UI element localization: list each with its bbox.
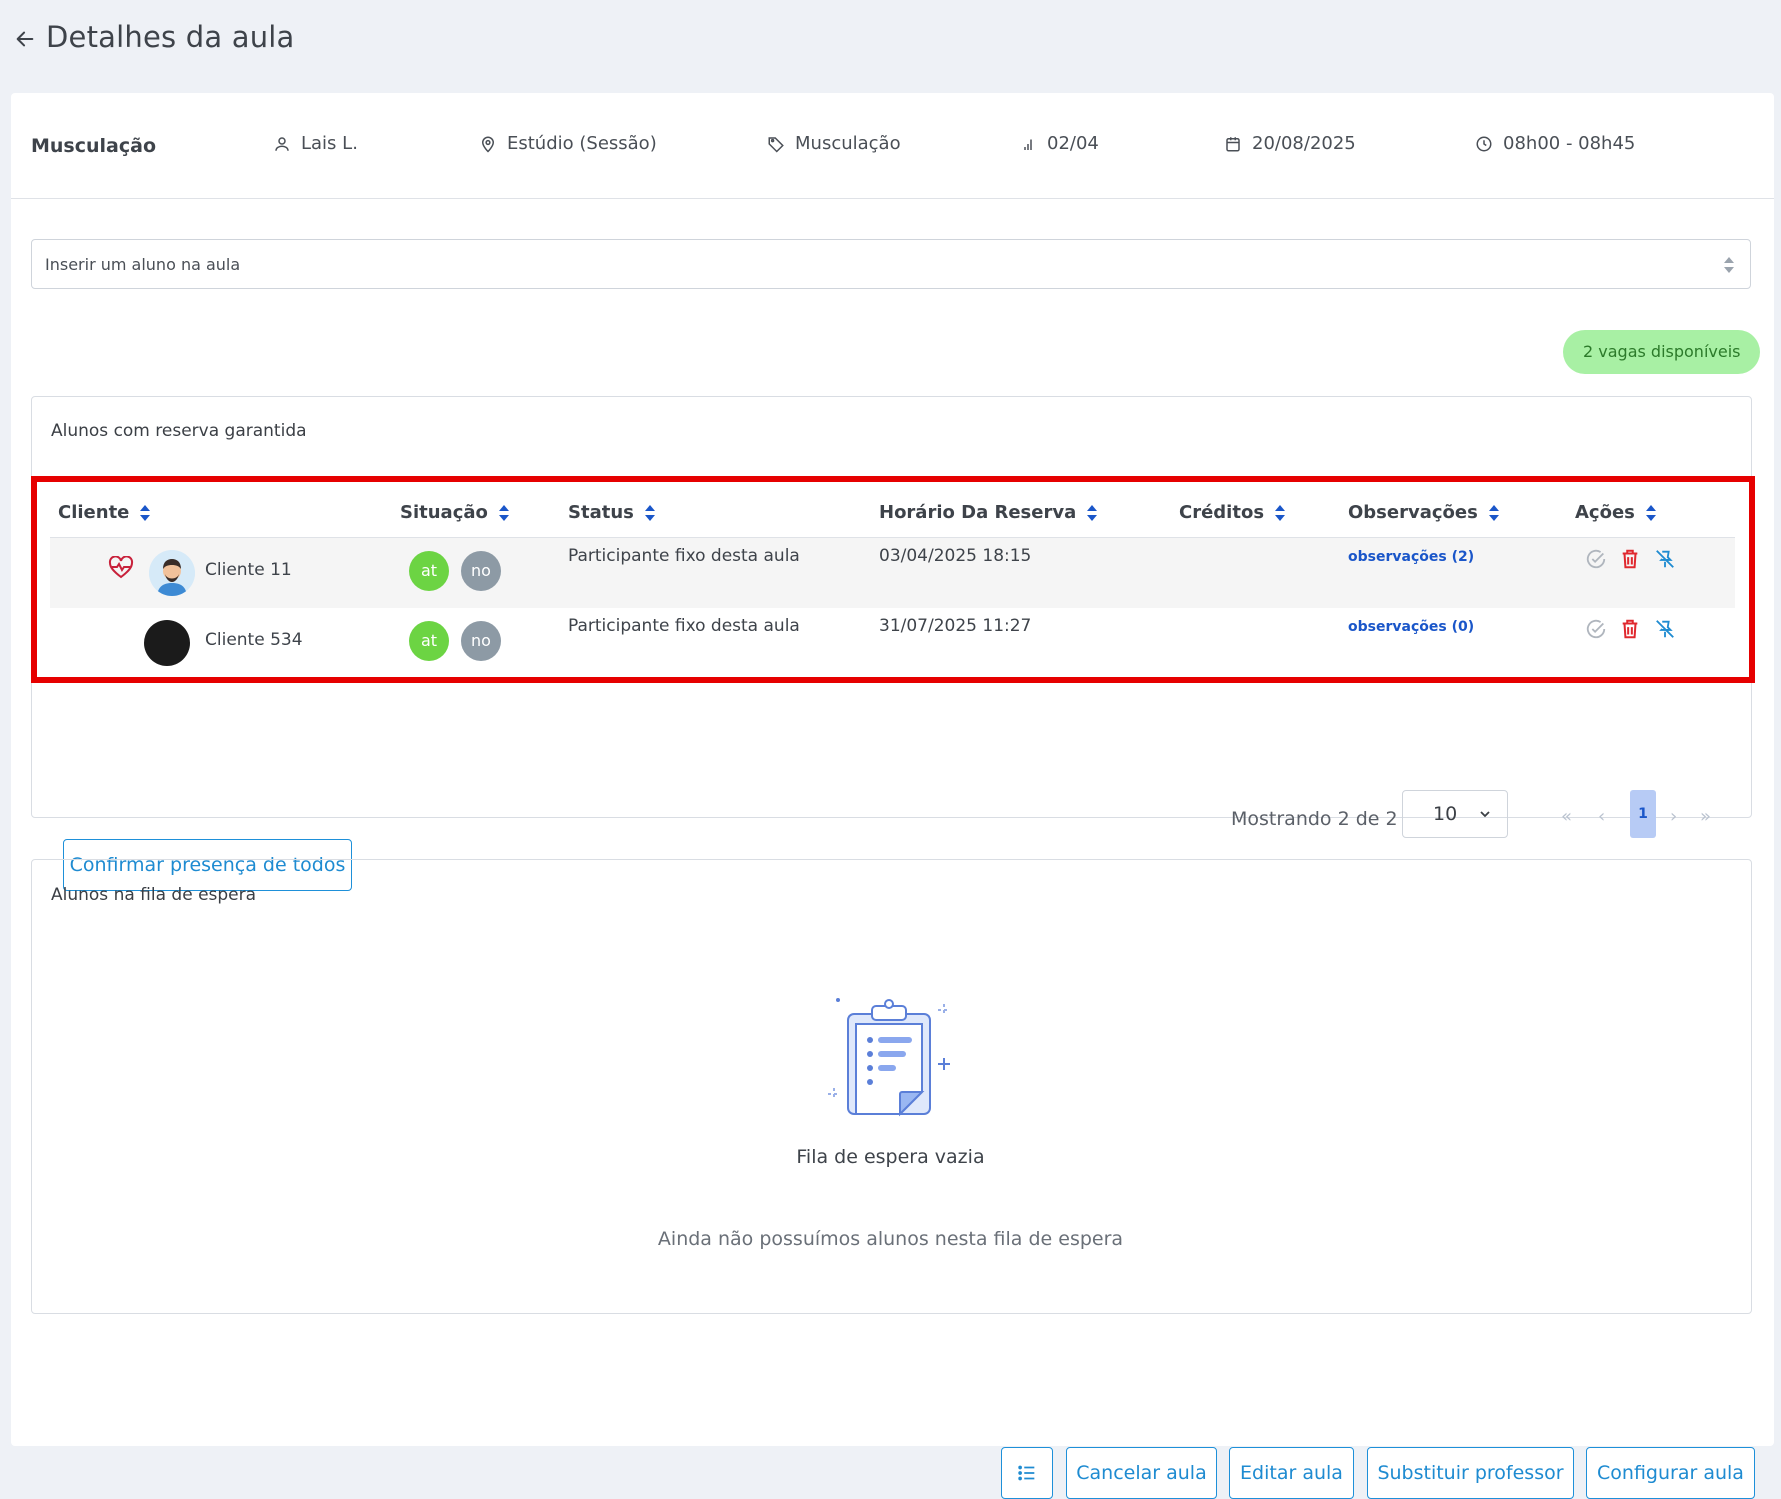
situation-no-pill[interactable]: no [461,621,501,661]
location-name: Estúdio (Sessão) [507,133,657,154]
next-page-button[interactable]: › [1670,806,1677,827]
edit-class-button[interactable]: Editar aula [1229,1447,1354,1499]
situation-no-pill[interactable]: no [461,551,501,591]
col-header-cliente[interactable]: Cliente [58,502,151,523]
client-name[interactable]: Cliente 534 [205,630,303,650]
location-info: Estúdio (Sessão) [479,133,657,154]
bar-chart-icon [1024,139,1032,150]
map-pin-icon [481,136,495,153]
trash-icon[interactable] [1619,618,1641,640]
col-header-creditos[interactable]: Créditos [1179,502,1286,523]
tag-icon [768,136,784,153]
replace-teacher-button[interactable]: Substituir professor [1367,1447,1574,1499]
col-header-situacao[interactable]: Situação [400,502,510,523]
observations-link[interactable]: observações (2) [1348,549,1474,565]
reservation-time: 31/07/2025 11:27 [879,616,1032,636]
avatar [144,620,190,666]
waitlist-empty-title: Fila de espera vazia [796,1146,985,1168]
date-info: 20/08/2025 [1224,133,1356,154]
page-size-value: 10 [1433,803,1458,825]
calendar-icon [1226,136,1240,151]
reservations-title: Alunos com reserva garantida [51,421,307,441]
student-select-placeholder: Inserir um aluno na aula [45,255,241,274]
status-text: Participante fixo desta aula [568,616,800,636]
table-row[interactable]: Cliente 534 at no Participante fixo dest… [50,608,1735,678]
first-page-button[interactable]: « [1561,806,1572,827]
time-info: 08h00 - 08h45 [1475,133,1635,154]
chevron-down-icon [1480,811,1490,818]
category-name: Musculação [795,133,901,154]
reservation-time: 03/04/2025 18:15 [879,546,1032,566]
col-header-observacoes[interactable]: Observações [1348,502,1500,523]
student-select[interactable]: Inserir um aluno na aula [31,239,1751,289]
user-icon [275,136,289,151]
client-name[interactable]: Cliente 11 [205,560,292,580]
page-1-button[interactable]: 1 [1630,790,1656,838]
page-size-select[interactable]: 10 [1402,790,1508,838]
unpin-icon[interactable] [1654,618,1676,640]
clock-icon [1476,136,1492,151]
reservations-panel: Alunos com reserva garantida Cliente Sit… [31,396,1752,818]
heart-pulse-icon [108,556,134,579]
category-info: Musculação [767,133,901,154]
page-title: Detalhes da aula [46,20,295,54]
cancel-class-button[interactable]: Cancelar aula [1066,1447,1217,1499]
teacher-name: Lais L. [301,133,358,154]
pagination-summary: Mostrando 2 de 2 [1231,808,1398,830]
sort-icon [644,504,655,521]
date-value: 20/08/2025 [1252,133,1356,154]
sort-icon [140,504,151,521]
col-header-horario[interactable]: Horário Da Reserva [879,502,1098,523]
prev-page-button[interactable]: ‹ [1598,806,1605,827]
sort-icon [1087,504,1098,521]
clipboard-list-icon [828,998,950,1117]
col-header-acoes[interactable]: Ações [1575,502,1657,523]
status-text: Participante fixo desta aula [568,546,800,566]
trash-icon[interactable] [1619,548,1641,570]
teacher-info: Lais L. [273,133,358,154]
last-page-button[interactable]: » [1700,806,1711,827]
observations-link[interactable]: observações (0) [1348,619,1474,635]
sort-icon [1488,504,1499,521]
waitlist-title: Alunos na fila de espera [51,885,257,905]
time-value: 08h00 - 08h45 [1503,133,1636,154]
avatar [149,550,195,596]
sort-icon [1275,504,1286,521]
col-header-status[interactable]: Status [568,502,656,523]
check-circle-icon[interactable] [1585,548,1607,570]
situation-at-pill[interactable]: at [409,621,449,661]
select-arrows-icon [1724,257,1734,273]
list-view-button[interactable] [1001,1447,1053,1499]
check-circle-icon[interactable] [1585,618,1607,640]
page-header: Detalhes da aula [0,0,1781,90]
configure-class-button[interactable]: Configurar aula [1586,1447,1755,1499]
waitlist-empty-subtitle: Ainda não possuímos alunos nesta fila de… [657,1228,1124,1250]
table-row[interactable]: Cliente 11 at no Participante fixo desta… [50,538,1735,608]
occupancy-value: 02/04 [1047,133,1099,154]
class-name: Musculação [31,135,157,157]
arrow-left-icon[interactable] [14,28,36,50]
class-info-bar: Musculação Lais L. Estúdio (Sessão) Musc… [11,93,1774,199]
sort-icon [1645,504,1656,521]
list-icon [1018,1465,1035,1481]
situation-at-pill[interactable]: at [409,551,449,591]
person-avatar-icon [149,550,195,596]
occupancy-info: 02/04 [1019,133,1099,154]
available-spots-badge: 2 vagas disponíveis [1563,330,1761,374]
unpin-icon[interactable] [1654,548,1676,570]
sort-icon [498,504,509,521]
